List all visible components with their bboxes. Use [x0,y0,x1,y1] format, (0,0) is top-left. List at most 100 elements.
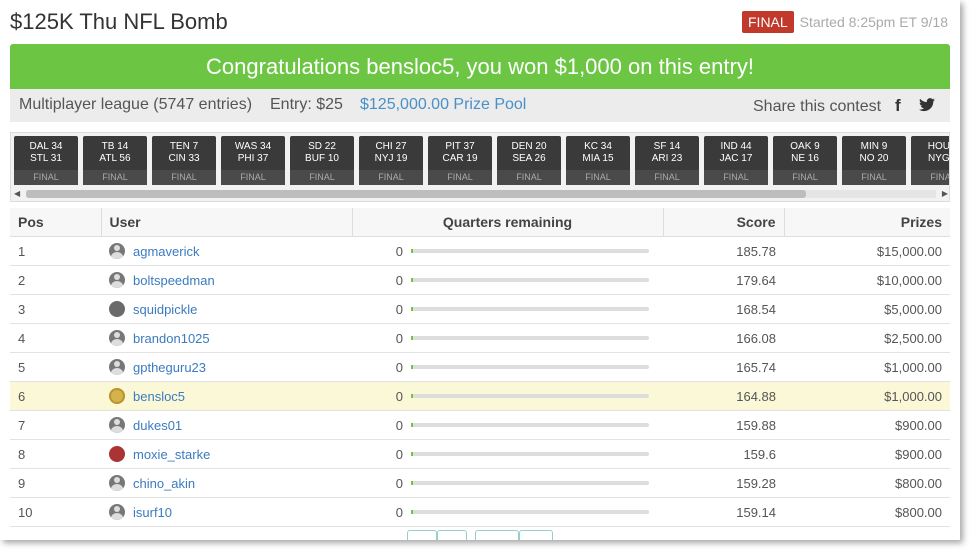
row-prize: $1,000.00 [784,352,950,382]
quarters-progress-bar [411,481,649,485]
user-link[interactable]: isurf10 [133,505,172,520]
user-link[interactable]: agmaverick [133,244,199,259]
col-prizes[interactable]: Prizes [784,208,950,237]
game-tile[interactable]: DEN 20 SEA 26 FINAL [497,136,561,185]
game-tile[interactable]: PIT 37 CAR 19 FINAL [428,136,492,185]
quarters-progress-bar [411,365,649,369]
scroll-thumb[interactable] [26,190,806,198]
home-score: ATL 56 [99,153,131,164]
home-score: SEA 26 [512,153,546,164]
contest-header: $125K Thu NFL Bomb FINAL Started 8:25pm … [10,8,950,38]
user-link[interactable]: dukes01 [133,418,182,433]
game-tile[interactable]: CHI 27 NYJ 19 FINAL [359,136,423,185]
row-user: gptheguru23 [101,352,352,382]
twitter-icon[interactable] [919,92,935,112]
table-row: 1 agmaverick 0 185.78 $15,000.00 [10,236,950,266]
table-row: 4 brandon1025 0 166.08 $2,500.00 [10,323,950,353]
game-status: FINAL [842,170,906,185]
row-user: agmaverick [101,236,352,266]
game-tile[interactable]: TEN 7 CIN 33 FINAL [152,136,216,185]
quarters-value: 0 [395,330,403,346]
prize-pool-link[interactable]: $125,000.00 Prize Pool [360,89,526,120]
quarters-progress-bar [411,452,649,456]
home-score: JAC 17 [719,153,753,164]
quarters-progress-fill [411,394,413,398]
table-row: 6 bensloc5 0 164.88 $1,000.00 [10,381,950,411]
row-score: 185.78 [663,236,784,266]
row-score: 159.28 [663,468,784,498]
avatar [109,301,125,317]
home-score: NYJ 19 [374,153,408,164]
home-score: NYG 3 [927,153,950,164]
away-score: PIT 37 [445,141,475,152]
row-score: 159.6 [663,439,784,469]
scoreboard-scrollbar[interactable]: ◀ ▶ [14,188,948,199]
quarters-value: 0 [395,417,403,433]
quarters-value: 0 [395,475,403,491]
user-link[interactable]: gptheguru23 [133,360,206,375]
row-quarters: 0 [352,439,663,469]
game-scoreboard: DAL 34 STL 31 FINAL TB 14 ATL 56 FINAL TEN 7 CI… [10,132,950,202]
game-status: FINAL [221,170,285,185]
quarters-progress-bar [411,249,649,253]
game-tile[interactable]: SD 22 BUF 10 FINAL [290,136,354,185]
table-row: 7 dukes01 0 159.88 $900.00 [10,410,950,440]
away-score: SD 22 [308,141,336,152]
home-score: BUF 10 [305,153,339,164]
quarters-progress-fill [411,365,413,369]
game-tile[interactable]: SF 14 ARI 23 FINAL [635,136,699,185]
col-user[interactable]: User [101,208,353,237]
game-tile[interactable]: TB 14 ATL 56 FINAL [83,136,147,185]
quarters-progress-bar [411,510,649,514]
table-row: 10 isurf10 0 159.14 $800.00 [10,497,950,527]
scroll-track[interactable] [26,190,936,198]
game-status: FINAL [83,170,147,185]
away-score: TB 14 [101,141,129,152]
user-link[interactable]: brandon1025 [133,331,210,346]
game-tile[interactable]: MIN 9 NO 20 FINAL [842,136,906,185]
game-status: FINAL [290,170,354,185]
user-link[interactable]: bensloc5 [133,389,185,404]
row-score: 164.88 [663,381,784,411]
row-pos: 4 [10,323,101,353]
col-score[interactable]: Score [663,208,785,237]
game-tile[interactable]: DAL 34 STL 31 FINAL [14,136,78,185]
col-quarters[interactable]: Quarters remaining [352,208,664,237]
quarters-progress-fill [411,481,413,485]
share-label: Share this contest [753,98,882,115]
game-tile[interactable]: WAS 34 PHI 37 FINAL [221,136,285,185]
page-button[interactable] [475,530,519,540]
quarters-value: 0 [395,272,403,288]
game-status: FINAL [773,170,837,185]
game-status: FINAL [14,170,78,185]
row-prize: $800.00 [784,497,950,527]
user-link[interactable]: chino_akin [133,476,195,491]
col-pos[interactable]: Pos [10,208,102,237]
row-pos: 1 [10,236,101,266]
avatar [109,330,125,346]
game-tile[interactable]: KC 34 MIA 15 FINAL [566,136,630,185]
page-button[interactable] [437,530,467,540]
row-quarters: 0 [352,497,663,527]
facebook-icon[interactable]: f [895,90,901,121]
game-tile[interactable]: IND 44 JAC 17 FINAL [704,136,768,185]
table-row: 2 boltspeedman 0 179.64 $10,000.00 [10,265,950,295]
avatar [109,475,125,491]
user-link[interactable]: boltspeedman [133,273,215,288]
game-tile[interactable]: OAK 9 NE 16 FINAL [773,136,837,185]
page-button[interactable] [407,530,437,540]
avatar [109,359,125,375]
row-quarters: 0 [352,410,663,440]
away-score: WAS 34 [234,141,272,152]
scroll-right-icon[interactable]: ▶ [942,188,948,199]
row-quarters: 0 [352,468,663,498]
quarters-progress-fill [411,423,413,427]
row-quarters: 0 [352,323,663,353]
quarters-progress-bar [411,278,649,282]
user-link[interactable]: squidpickle [133,302,197,317]
game-tile[interactable]: HOU 3NYG 3 FINAL [911,136,950,185]
row-user: dukes01 [101,410,352,440]
page-button[interactable] [519,530,553,540]
scroll-left-icon[interactable]: ◀ [14,188,20,199]
user-link[interactable]: moxie_starke [133,447,210,462]
